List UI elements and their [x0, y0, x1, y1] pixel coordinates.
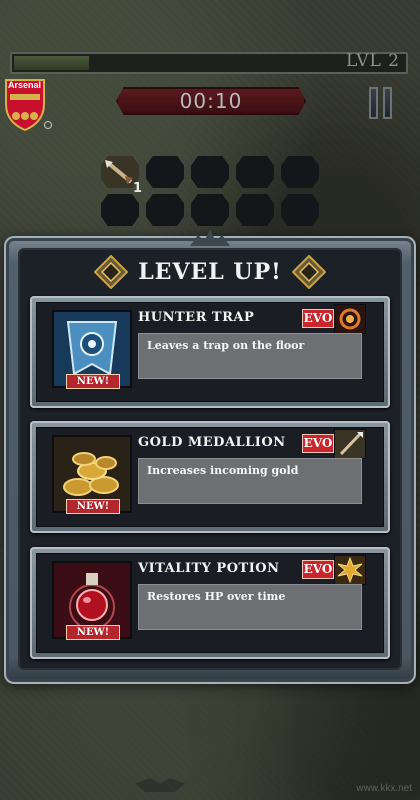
level-up-title: LEVEL UP! — [138, 259, 282, 285]
evo-badge: EVO — [302, 560, 334, 579]
xp-bar-fill — [14, 56, 89, 70]
upgrade-option-card[interactable]: NEW! VITALITY POTION EVO Restores HP ove… — [30, 547, 390, 659]
evo-sun-icon — [334, 555, 366, 585]
pause-icon — [369, 87, 378, 119]
evo-swirl-icon — [334, 304, 366, 334]
watermark: www.kkx.net — [356, 783, 412, 794]
inventory-slot-empty — [281, 194, 319, 226]
inventory-slot-empty — [191, 194, 229, 226]
inventory-slot-empty — [236, 194, 274, 226]
evo-spear-icon — [334, 429, 366, 459]
diamond-ornament-icon — [291, 254, 327, 290]
inventory-slot-empty — [146, 156, 184, 188]
status-dot-icon — [44, 121, 52, 129]
upgrade-description: Leaves a trap on the floor — [147, 339, 305, 352]
upgrade-option-card[interactable]: NEW! GOLD MEDALLION EVO Increases incomi… — [30, 421, 390, 533]
evo-badge: EVO — [302, 434, 334, 453]
inventory-slot-empty — [191, 156, 229, 188]
inventory-slot-empty — [236, 156, 274, 188]
upgrade-description-box: Restores HP over time — [138, 584, 362, 630]
diamond-ornament-icon — [93, 254, 129, 290]
pause-icon — [383, 87, 392, 119]
game-timer: 00:10 — [179, 89, 243, 113]
modal-crown-ornament — [190, 230, 230, 246]
arsenal-crest-logo: Arsenal — [2, 76, 48, 132]
new-badge: NEW! — [66, 499, 120, 514]
inventory-slot-empty — [146, 194, 184, 226]
upgrade-name: GOLD MEDALLION — [138, 435, 286, 450]
level-label: LVL 2 — [345, 51, 400, 71]
inventory-slot-empty — [281, 156, 319, 188]
upgrade-description: Restores HP over time — [147, 590, 286, 603]
upgrade-name: HUNTER TRAP — [138, 310, 255, 325]
inventory-slot-empty — [101, 194, 139, 226]
upgrade-description-box: Increases incoming gold — [138, 458, 362, 504]
weapon-level-count: 1 — [133, 181, 143, 196]
new-badge: NEW! — [66, 625, 120, 640]
upgrade-name: VITALITY POTION — [138, 561, 280, 576]
upgrade-option-card[interactable]: NEW! HUNTER TRAP EVO Leaves a trap on th… — [30, 296, 390, 408]
new-badge: NEW! — [66, 374, 120, 389]
evo-badge: EVO — [302, 309, 334, 328]
upgrade-description: Increases incoming gold — [147, 464, 299, 477]
upgrade-description-box: Leaves a trap on the floor — [138, 333, 362, 379]
pause-button[interactable] — [369, 87, 393, 119]
crest-name: Arsenal — [8, 80, 42, 90]
bat-ornament-icon — [135, 778, 185, 792]
